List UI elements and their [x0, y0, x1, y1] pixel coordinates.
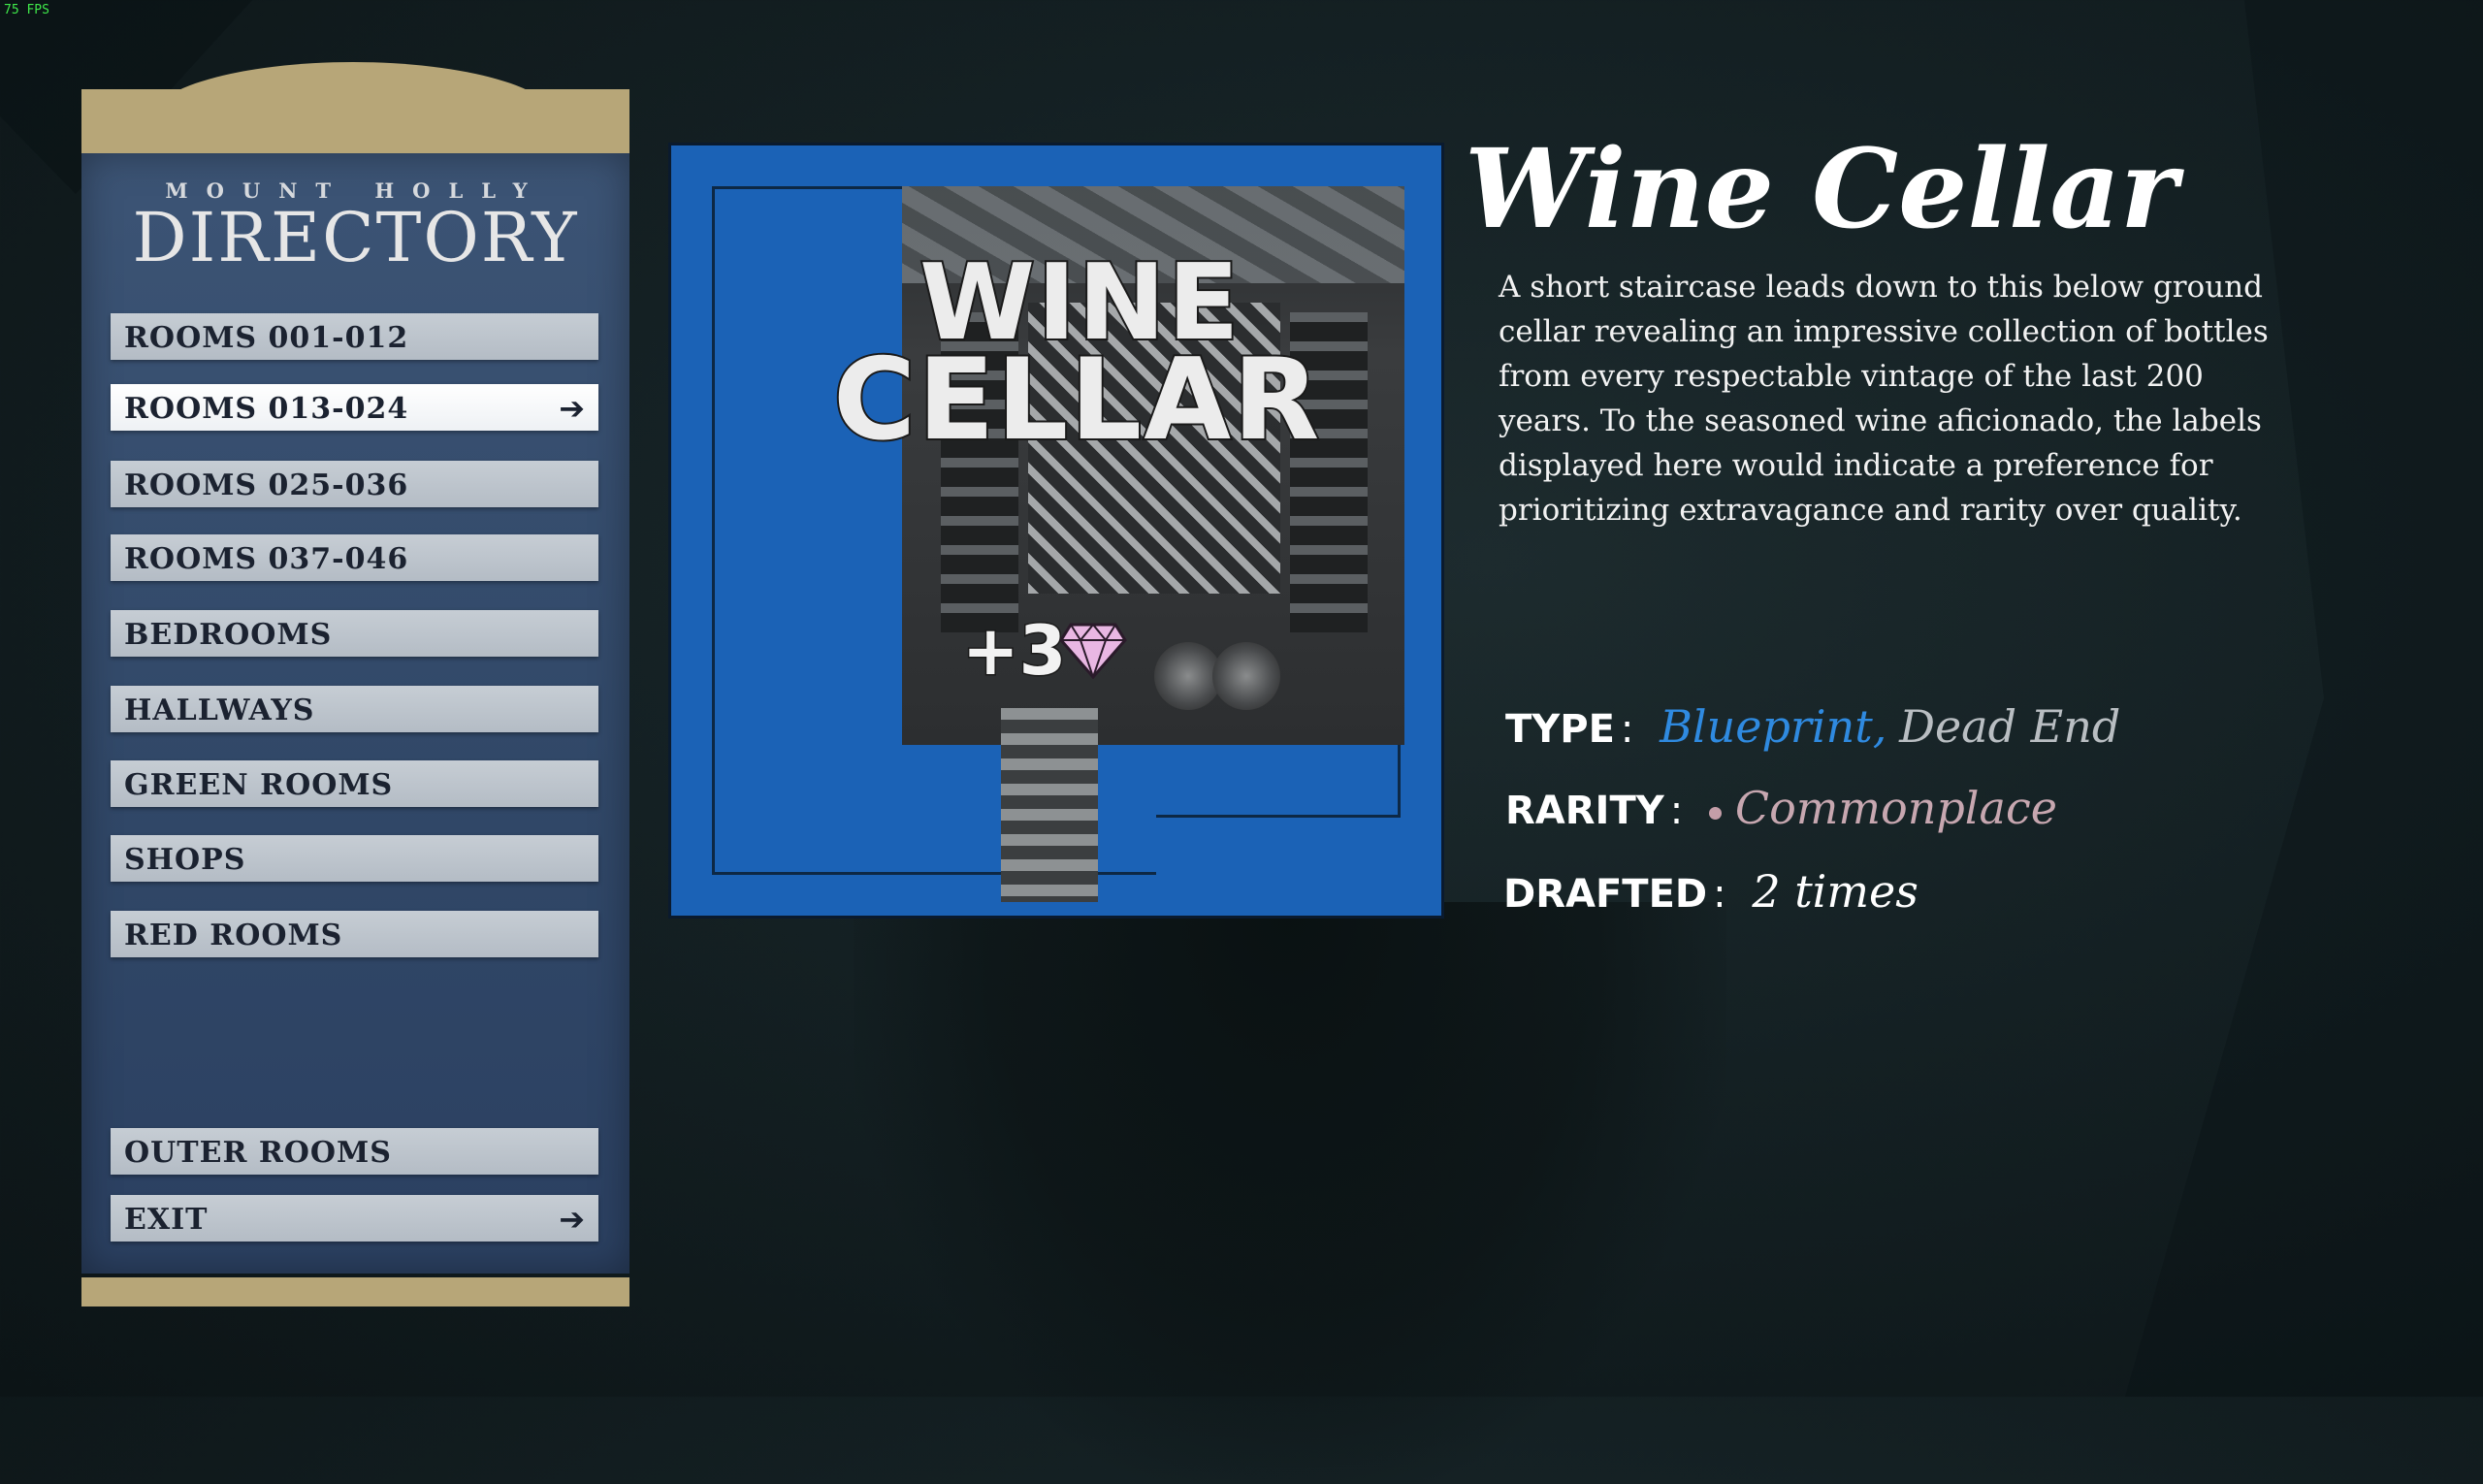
menu-item-label: SHOPS	[124, 843, 246, 877]
room-card-name-line2: CELLAR	[831, 333, 1322, 468]
menu-item-red-rooms[interactable]: RED ROOMS	[111, 911, 598, 957]
room-description: A short staircase leads down to this bel…	[1499, 270, 2269, 528]
menu-item-label: ROOMS 037-046	[124, 542, 409, 576]
gem-icon	[1059, 623, 1127, 679]
menu-item-label: OUTER ROOMS	[124, 1136, 392, 1170]
fps-counter: 75 FPS	[4, 3, 49, 17]
stat-rarity-value: Commonplace	[1734, 782, 2057, 834]
rarity-dot-icon	[1708, 806, 1722, 820]
directory-panel: MOUNT HOLLY DIRECTORY ROOMS 001-012 ROOM…	[81, 62, 629, 1307]
arrow-right-icon: ➔	[559, 390, 585, 427]
menu-item-rooms-037-046[interactable]: ROOMS 037-046	[111, 534, 598, 581]
stat-drafted: DRAFTED: 2 times	[1503, 865, 1919, 918]
panel-bottom-bar	[81, 1277, 629, 1307]
menu-item-label: BEDROOMS	[124, 618, 333, 652]
stat-drafted-label: DRAFTED	[1503, 872, 1708, 917]
room-card: WINE CELLAR +3	[668, 143, 1444, 919]
menu-item-green-rooms[interactable]: GREEN ROOMS	[111, 760, 598, 807]
card-lower-panel	[1156, 815, 1401, 878]
stat-type-value-dead-end: Dead End	[1899, 700, 2121, 753]
menu-item-bedrooms[interactable]: BEDROOMS	[111, 610, 598, 657]
menu-item-label: ROOMS 013-024	[124, 392, 409, 426]
stat-rarity-label: RARITY	[1505, 789, 1664, 833]
menu-item-outer-rooms[interactable]: OUTER ROOMS	[111, 1128, 598, 1175]
menu-item-label: RED ROOMS	[124, 919, 343, 952]
gem-bonus: +3	[960, 610, 1067, 693]
stat-type: TYPE: Blueprint, Dead End	[1505, 700, 2121, 753]
panel-top-bar	[81, 89, 629, 153]
exit-button[interactable]: EXIT ➔	[111, 1195, 598, 1242]
directory-title: DIRECTORY	[132, 198, 579, 277]
stat-rarity: RARITY: Commonplace	[1505, 782, 2057, 834]
menu-item-label: GREEN ROOMS	[124, 768, 394, 802]
staircase	[1001, 708, 1098, 902]
menu-item-label: HALLWAYS	[124, 694, 315, 727]
menu-item-label: ROOMS 001-012	[124, 321, 409, 355]
stat-type-label: TYPE	[1505, 707, 1615, 752]
menu-item-rooms-025-036[interactable]: ROOMS 025-036	[111, 461, 598, 507]
menu-item-rooms-013-024[interactable]: ROOMS 013-024 ➔	[111, 384, 598, 431]
room-title: Wine Cellar	[1465, 126, 2178, 253]
stat-type-value-blueprint: Blueprint,	[1660, 700, 1887, 753]
menu-item-label: EXIT	[124, 1203, 209, 1237]
menu-item-rooms-001-012[interactable]: ROOMS 001-012	[111, 313, 598, 360]
stat-drafted-value: 2 times	[1752, 865, 1919, 918]
background-path	[854, 902, 1726, 1484]
menu-item-label: ROOMS 025-036	[124, 468, 409, 502]
menu-item-hallways[interactable]: HALLWAYS	[111, 686, 598, 732]
barrel-icon	[1212, 642, 1280, 710]
arrow-right-icon: ➔	[559, 1201, 585, 1238]
menu-item-shops[interactable]: SHOPS	[111, 835, 598, 882]
